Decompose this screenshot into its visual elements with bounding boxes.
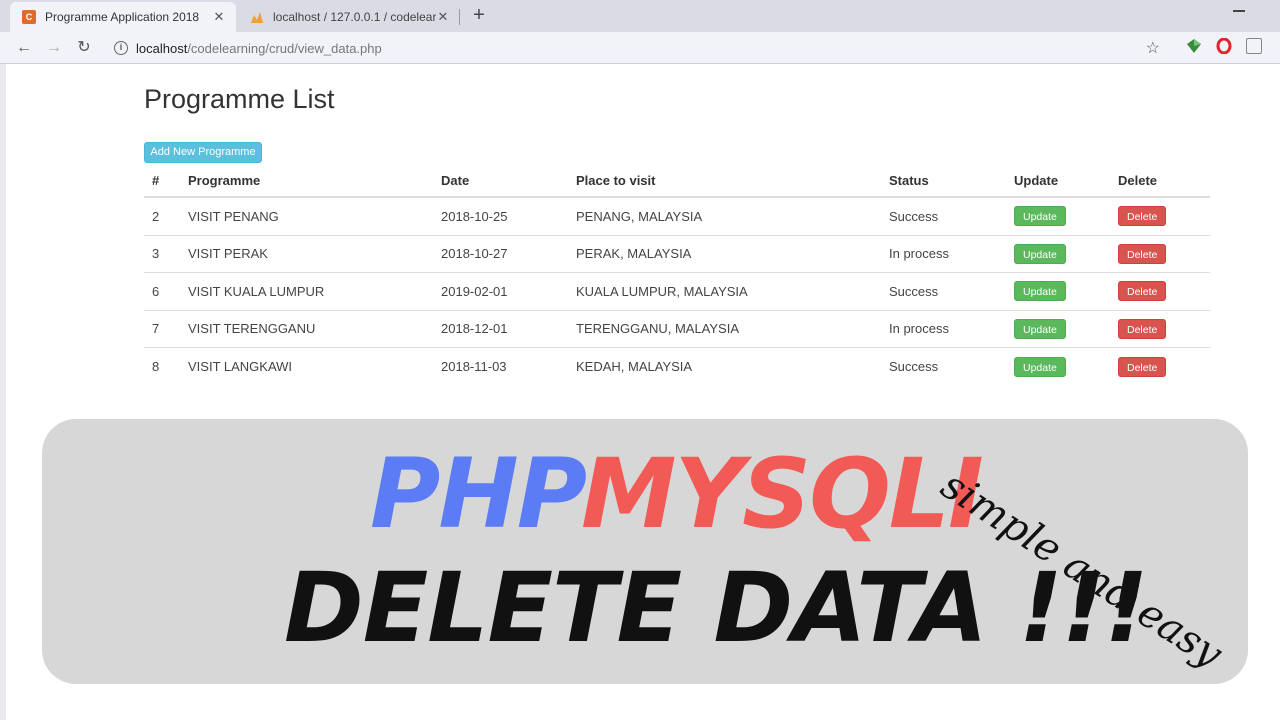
headline-php: PHP [370, 438, 587, 550]
address-bar[interactable]: i localhost/codelearning/crud/view_data.… [106, 36, 1174, 60]
page-title: Programme List [144, 84, 335, 114]
tab-phpmyadmin[interactable]: localhost / 127.0.0.1 / codelearnin ✕ [238, 2, 460, 32]
row-id: 2 [152, 208, 160, 224]
codelearning-favicon-icon: C [22, 10, 36, 24]
minimize-window-button[interactable] [1233, 10, 1245, 12]
row-programme: VISIT TERENGGANU [188, 321, 316, 337]
close-tab-icon[interactable]: ✕ [212, 9, 226, 25]
row-date: 2018-11-03 [441, 359, 507, 375]
delete-button[interactable]: Delete [1118, 243, 1167, 264]
reload-icon[interactable]: ↻ [74, 38, 94, 58]
row-place: KUALA LUMPUR, MALAYSIA [576, 283, 748, 299]
column-header-place: Place to visit [576, 172, 656, 188]
row-date: 2018-12-01 [441, 321, 508, 337]
row-place: PENANG, MALAYSIA [576, 208, 703, 224]
row-status: Success [889, 359, 939, 375]
row-date: 2018-10-25 [441, 208, 508, 224]
table-row: 8 VISIT LANGKAWI 2018-11-03 KEDAH, MALAY… [144, 348, 1210, 386]
headline-mysqli: MYSQLI [581, 438, 984, 550]
info-icon[interactable]: i [114, 41, 128, 55]
column-header-update: Update [1014, 172, 1059, 188]
delete-button[interactable]: Delete [1118, 318, 1167, 339]
back-icon[interactable]: ← [14, 38, 34, 58]
row-id: 7 [152, 321, 160, 337]
table-row: 6 VISIT KUALA LUMPUR 2019-02-01 KUALA LU… [144, 273, 1210, 311]
update-button[interactable]: Update [1014, 243, 1066, 264]
column-header-date: Date [441, 172, 470, 188]
row-id: 8 [152, 359, 160, 375]
row-programme: VISIT PENANG [188, 208, 279, 224]
row-place: PERAK, MALAYSIA [576, 246, 692, 262]
tab-programme-application[interactable]: C Programme Application 2018 ✕ [10, 2, 236, 32]
update-button[interactable]: Update [1014, 318, 1066, 339]
row-status: In process [889, 246, 949, 262]
table-row: 2 VISIT PENANG 2018-10-25 PENANG, MALAYS… [144, 198, 1210, 236]
update-cell: Update [1014, 348, 1066, 386]
url-text: localhost/codelearning/crud/view_data.ph… [136, 41, 382, 56]
close-tab-icon[interactable]: ✕ [436, 9, 450, 25]
url-path: /codelearning/crud/view_data.php [187, 40, 382, 56]
update-button[interactable]: Update [1014, 356, 1066, 377]
tab-separator [459, 9, 460, 25]
update-button[interactable]: Update [1014, 206, 1066, 227]
delete-cell: Delete [1118, 198, 1167, 235]
add-new-programme-button[interactable]: Add New Programme [144, 142, 262, 163]
row-status: Success [889, 208, 939, 224]
extension-icon[interactable] [1186, 38, 1202, 54]
delete-button[interactable]: Delete [1118, 281, 1167, 302]
programme-table: # Programme Date Place to visit Status U… [144, 164, 1210, 386]
delete-cell: Delete [1118, 273, 1167, 310]
row-date: 2018-10-27 [441, 246, 508, 262]
browser-toolbar: ← → ↻ i localhost/codelearning/crud/view… [0, 32, 1280, 64]
tab-strip: C Programme Application 2018 ✕ localhost… [0, 0, 1280, 32]
column-header-delete: Delete [1118, 172, 1158, 188]
row-place: KEDAH, MALAYSIA [576, 359, 693, 375]
column-header-id: # [152, 172, 160, 188]
delete-button[interactable]: Delete [1118, 356, 1167, 377]
tab-title: localhost / 127.0.0.1 / codelearnin [273, 10, 436, 24]
delete-button[interactable]: Delete [1118, 206, 1167, 227]
url-host: localhost [136, 40, 188, 56]
page-left-edge [0, 64, 6, 720]
row-programme: VISIT LANGKAWI [188, 359, 293, 375]
phpmyadmin-favicon-icon [250, 10, 264, 24]
update-cell: Update [1014, 311, 1066, 348]
table-header: # Programme Date Place to visit Status U… [144, 164, 1210, 198]
extension-icon[interactable] [1246, 38, 1262, 54]
update-cell: Update [1014, 273, 1066, 310]
table-row: 7 VISIT TERENGGANU 2018-12-01 TERENGGANU… [144, 311, 1210, 348]
table-row: 3 VISIT PERAK 2018-10-27 PERAK, MALAYSIA… [144, 236, 1210, 273]
headline-delete-data: DELETE DATA !!! [284, 552, 1148, 664]
forward-icon[interactable]: → [44, 38, 64, 58]
row-programme: VISIT PERAK [188, 246, 268, 262]
row-status: In process [889, 321, 949, 337]
bookmark-star-icon[interactable]: ☆ [1146, 38, 1160, 58]
tab-title: Programme Application 2018 [45, 10, 200, 24]
delete-cell: Delete [1118, 311, 1167, 348]
new-tab-button[interactable]: + [468, 4, 490, 26]
column-header-status: Status [889, 172, 929, 188]
opera-icon[interactable] [1216, 37, 1232, 55]
delete-cell: Delete [1118, 236, 1167, 273]
update-button[interactable]: Update [1014, 281, 1066, 302]
row-status: Success [889, 283, 939, 299]
row-programme: VISIT KUALA LUMPUR [188, 283, 325, 299]
row-date: 2019-02-01 [441, 283, 508, 299]
row-place: TERENGGANU, MALAYSIA [576, 321, 740, 337]
delete-cell: Delete [1118, 348, 1167, 386]
update-cell: Update [1014, 198, 1066, 235]
row-id: 3 [152, 246, 160, 262]
update-cell: Update [1014, 236, 1066, 273]
row-id: 6 [152, 283, 160, 299]
column-header-programme: Programme [188, 172, 261, 188]
